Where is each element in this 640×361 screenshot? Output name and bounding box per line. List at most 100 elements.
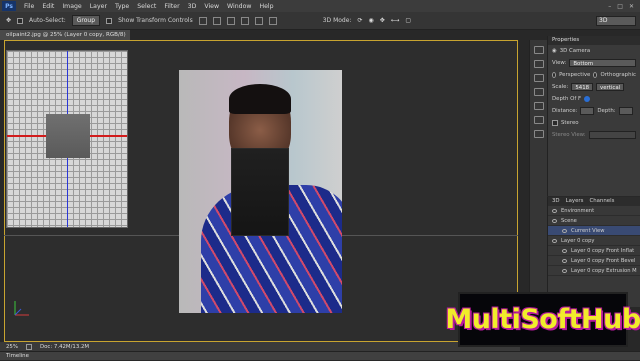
document-tab[interactable]: oilpaint2.jpg @ 25% (Layer 0 copy, RGB/8… (0, 30, 130, 48)
layer-label: Layer 0 copy Front Bevel (571, 258, 636, 264)
auto-select-dropdown[interactable]: Group (71, 15, 101, 26)
auto-select-checkbox[interactable] (17, 17, 24, 24)
view-dropdown[interactable]: Bottom (569, 59, 636, 67)
eye-icon[interactable] (562, 248, 567, 253)
brush-icon[interactable] (533, 88, 544, 96)
orthographic-radio[interactable] (593, 72, 598, 78)
eye-icon[interactable] (562, 268, 567, 273)
tab-channels[interactable]: Channels (589, 197, 614, 206)
tab-3d[interactable]: 3D (552, 197, 560, 206)
tools-icon[interactable] (533, 130, 544, 138)
close-icon[interactable]: ✕ (629, 3, 634, 10)
menu-window[interactable]: Window (223, 3, 255, 10)
transform-controls-checkbox[interactable] (106, 17, 113, 24)
menu-edit[interactable]: Edit (38, 3, 58, 10)
watermark-text: MultiSoftHub (445, 304, 640, 335)
camera-title: 3D Camera (559, 48, 591, 54)
dof-label: Depth Of F (552, 96, 582, 102)
align-right-icon[interactable] (268, 16, 277, 25)
status-icon[interactable] (25, 343, 32, 350)
camera-icon: ◉ (552, 48, 557, 54)
cursor-icon (584, 96, 591, 102)
drag-3d-icon[interactable]: ✥ (380, 17, 385, 24)
layer-row[interactable]: Layer 0 copy Front Bevel (548, 256, 640, 266)
layer-label: Layer 0 copy (561, 238, 595, 244)
stereo-view-dropdown[interactable] (588, 131, 636, 139)
stereo-checkbox[interactable] (552, 120, 558, 126)
3d-mode-label: 3D Mode: (322, 17, 352, 24)
character-icon[interactable] (533, 102, 544, 110)
photo-hair (229, 84, 291, 114)
dof-row: Depth Of F (548, 93, 640, 105)
distance-row: Distance: Depth: (548, 105, 640, 117)
app-logo: Ps (2, 1, 16, 11)
auto-select-label: Auto-Select: (29, 17, 66, 24)
layer-row[interactable]: Scene (548, 216, 640, 226)
move-tool-icon[interactable]: ✥ (6, 17, 11, 24)
roll-3d-icon[interactable]: ◉ (368, 17, 373, 24)
menu-help[interactable]: Help (255, 3, 277, 10)
layer-row-selected[interactable]: Current View (548, 226, 640, 236)
history-icon[interactable] (533, 46, 544, 54)
menu-view[interactable]: View (200, 3, 223, 10)
layer-label: Layer 0 copy Extrusion M (571, 268, 637, 274)
depth-input[interactable] (618, 107, 633, 115)
scale-row: Scale: 5418 vertical (548, 81, 640, 93)
paragraph-icon[interactable] (533, 116, 544, 124)
layer-label: Layer 0 copy Front Inflat (571, 248, 635, 254)
menu-layer[interactable]: Layer (86, 3, 111, 10)
distance-input[interactable] (580, 107, 595, 115)
adjustments-icon[interactable] (533, 74, 544, 82)
grid-object (46, 114, 90, 158)
watermark-logo: MultiSoftHub (445, 292, 640, 347)
3d-extrusion-object[interactable] (231, 148, 289, 236)
scale-3d-icon[interactable]: ▢ (405, 17, 411, 24)
workspace-selector[interactable]: 3D (596, 16, 636, 26)
tab-layers[interactable]: Layers (566, 197, 584, 206)
menu-filter[interactable]: Filter (160, 3, 183, 10)
align-bottom-icon[interactable] (226, 16, 235, 25)
secondary-view-grid[interactable] (6, 50, 128, 228)
align-center-icon[interactable] (254, 16, 263, 25)
eye-icon[interactable] (552, 218, 557, 223)
slide-3d-icon[interactable]: ⟷ (391, 17, 400, 24)
eye-icon[interactable] (562, 228, 567, 233)
view-label: View: (552, 60, 567, 66)
layer-row[interactable]: Environment (548, 206, 640, 216)
axis-widget-icon[interactable] (12, 298, 32, 318)
minimize-icon[interactable]: – (608, 3, 611, 10)
options-bar: ✥ Auto-Select: Group Show Transform Cont… (0, 12, 640, 30)
align-top-icon[interactable] (198, 16, 207, 25)
eye-icon[interactable] (552, 238, 557, 243)
doc-size: Doc: 7.42M/13.2M (39, 343, 90, 350)
eye-icon[interactable] (552, 208, 557, 213)
distance-label: Distance: (552, 108, 578, 114)
timeline-panel[interactable]: Timeline (0, 351, 640, 360)
layer-row[interactable]: Layer 0 copy Extrusion M (548, 266, 640, 276)
align-middle-icon[interactable] (212, 16, 221, 25)
menu-image[interactable]: Image (58, 3, 85, 10)
window-controls: – □ ✕ (608, 3, 640, 10)
orthographic-label: Orthographic (600, 72, 636, 78)
menu-file[interactable]: File (20, 3, 38, 10)
layer-row[interactable]: Layer 0 copy Front Inflat (548, 246, 640, 256)
maximize-icon[interactable]: □ (617, 3, 623, 10)
layer-label: Current View (571, 228, 605, 234)
align-left-icon[interactable] (240, 16, 249, 25)
menu-3d[interactable]: 3D (184, 3, 201, 10)
zoom-level[interactable]: 25% (6, 344, 18, 350)
eye-icon[interactable] (562, 258, 567, 263)
scale-input[interactable]: 5418 (571, 83, 594, 91)
menu-select[interactable]: Select (133, 3, 160, 10)
menu-type[interactable]: Type (111, 3, 133, 10)
properties-icon[interactable] (533, 60, 544, 68)
perspective-label: Perspective (559, 72, 591, 78)
properties-tab[interactable]: Properties (548, 36, 640, 45)
layer-row[interactable]: Layer 0 copy (548, 236, 640, 246)
menu-bar: Ps File Edit Image Layer Type Select Fil… (0, 0, 640, 12)
stereo-view-row: Stereo View: (548, 129, 640, 141)
transform-controls-label: Show Transform Controls (118, 17, 193, 24)
rotate-3d-icon[interactable]: ⟳ (357, 17, 362, 24)
scale-unit-dropdown[interactable]: vertical (596, 83, 625, 91)
perspective-radio[interactable] (552, 72, 557, 78)
